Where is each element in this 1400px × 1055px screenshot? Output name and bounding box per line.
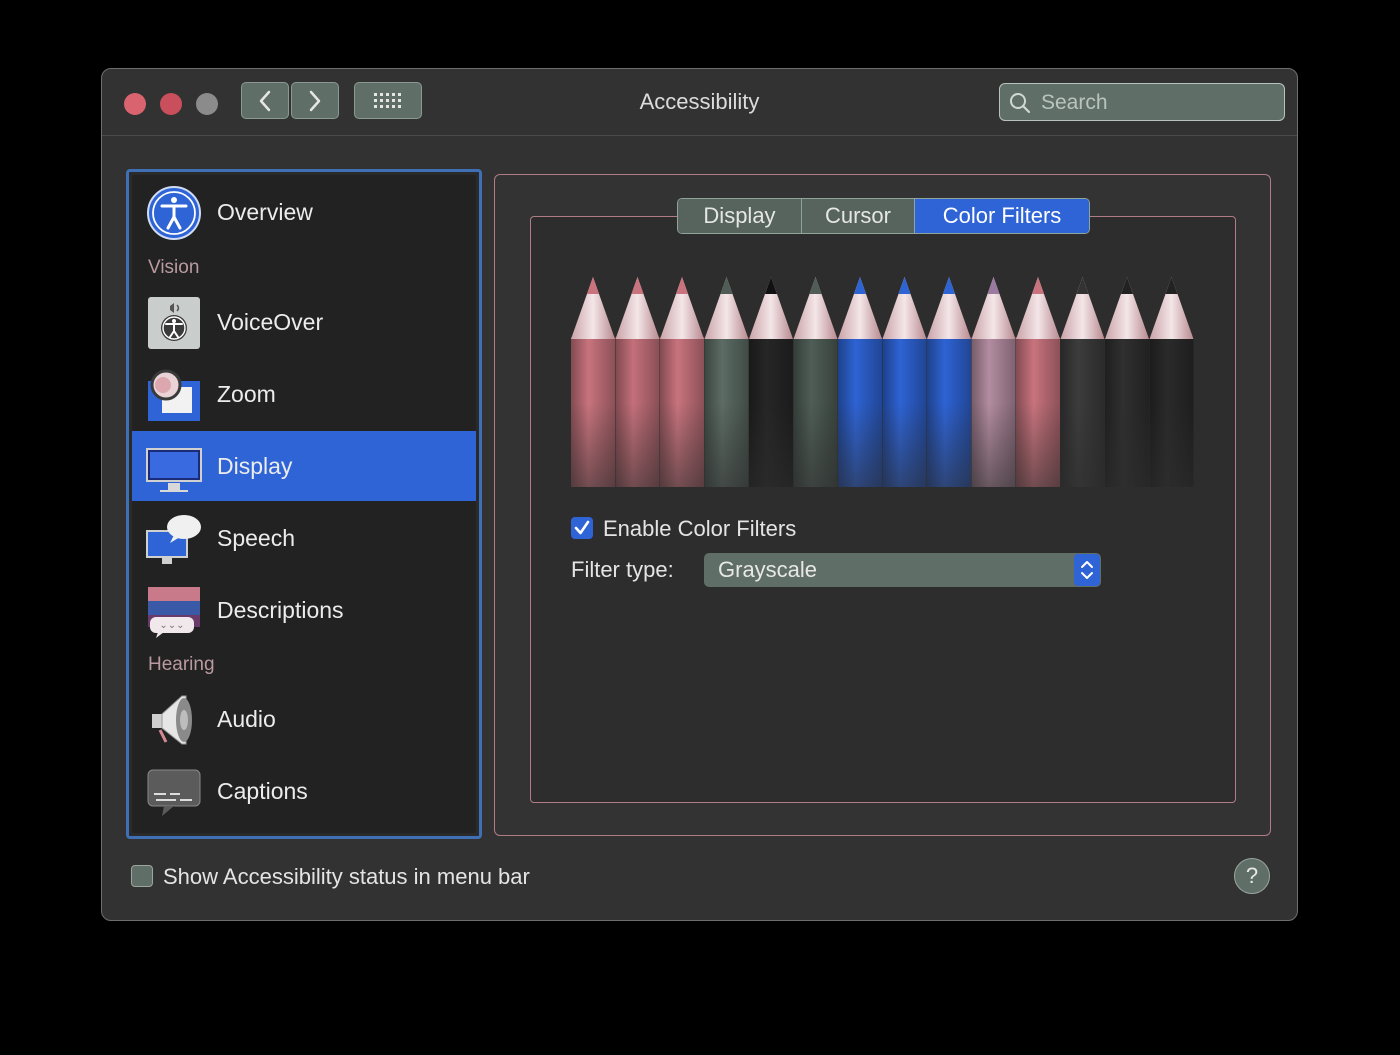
- help-button[interactable]: ?: [1234, 858, 1270, 894]
- show-status-label: Show Accessibility status in menu bar: [163, 864, 530, 889]
- sidebar-item-label: Display: [217, 453, 293, 479]
- descriptions-icon: ⌄⌄⌄: [148, 587, 200, 638]
- tab-color-filters[interactable]: Color Filters: [915, 199, 1089, 233]
- enable-color-filters-label: Enable Color Filters: [603, 516, 797, 541]
- sidebar-item-label: VoiceOver: [217, 309, 324, 335]
- sidebar-item-overview[interactable]: Overview: [132, 177, 476, 247]
- show-status-checkbox[interactable]: [131, 865, 153, 887]
- preferences-window: Accessibility Search Overview Vision Voi…: [101, 68, 1298, 921]
- content-panel: Enable Color Filters Filter type: Graysc…: [494, 174, 1271, 836]
- sidebar-item-label: Zoom: [217, 381, 276, 407]
- search-icon: [1010, 93, 1031, 114]
- search-field[interactable]: Search: [999, 83, 1285, 121]
- sidebar-section-vision: Vision: [148, 257, 200, 278]
- sidebar-item-zoom[interactable]: Zoom: [132, 359, 476, 429]
- sidebar-item-label: Captions: [217, 778, 308, 804]
- voiceover-icon: [148, 297, 200, 349]
- sidebar-item-label: Descriptions: [217, 597, 344, 623]
- filter-type-select[interactable]: Grayscale: [704, 553, 1101, 587]
- speech-icon: [146, 515, 201, 564]
- speaker-icon: [152, 695, 192, 745]
- enable-color-filters-checkbox[interactable]: [571, 517, 593, 539]
- zoom-icon: [148, 369, 200, 421]
- captions-icon: [147, 769, 201, 816]
- filter-type-label: Filter type:: [571, 557, 674, 582]
- sidebar-item-display[interactable]: Display: [132, 431, 476, 501]
- select-stepper: [1074, 554, 1100, 586]
- sidebar[interactable]: Overview Vision VoiceOver Zoom Display S…: [126, 169, 482, 839]
- tab-display[interactable]: Display: [678, 199, 802, 233]
- color-pencils-image: [571, 277, 1201, 487]
- checkmark-icon: [574, 520, 590, 535]
- sidebar-item-label: Audio: [217, 706, 276, 732]
- tab-bar: Display Cursor Color Filters: [677, 198, 1090, 234]
- sidebar-item-label: Overview: [217, 199, 313, 225]
- filter-type-value: Grayscale: [718, 557, 818, 582]
- search-placeholder: Search: [1041, 91, 1108, 114]
- tab-cursor[interactable]: Cursor: [802, 199, 915, 233]
- sidebar-item-captions[interactable]: Captions: [132, 756, 476, 826]
- sidebar-item-audio[interactable]: Audio: [132, 684, 476, 754]
- sidebar-item-label: Speech: [217, 525, 296, 551]
- tab-content: Enable Color Filters Filter type: Graysc…: [530, 216, 1236, 803]
- sidebar-item-speech[interactable]: Speech: [132, 503, 476, 573]
- sidebar-item-voiceover[interactable]: VoiceOver: [132, 287, 476, 357]
- svg-text:⌄⌄⌄: ⌄⌄⌄: [159, 620, 184, 631]
- title-bar: Accessibility Search: [102, 69, 1297, 136]
- sidebar-section-hearing: Hearing: [148, 654, 215, 675]
- display-icon: [146, 448, 202, 492]
- chevron-up-down-icon: [1081, 561, 1093, 579]
- accessibility-icon: [147, 186, 201, 240]
- sidebar-item-descriptions[interactable]: ⌄⌄⌄ Descriptions: [132, 575, 476, 645]
